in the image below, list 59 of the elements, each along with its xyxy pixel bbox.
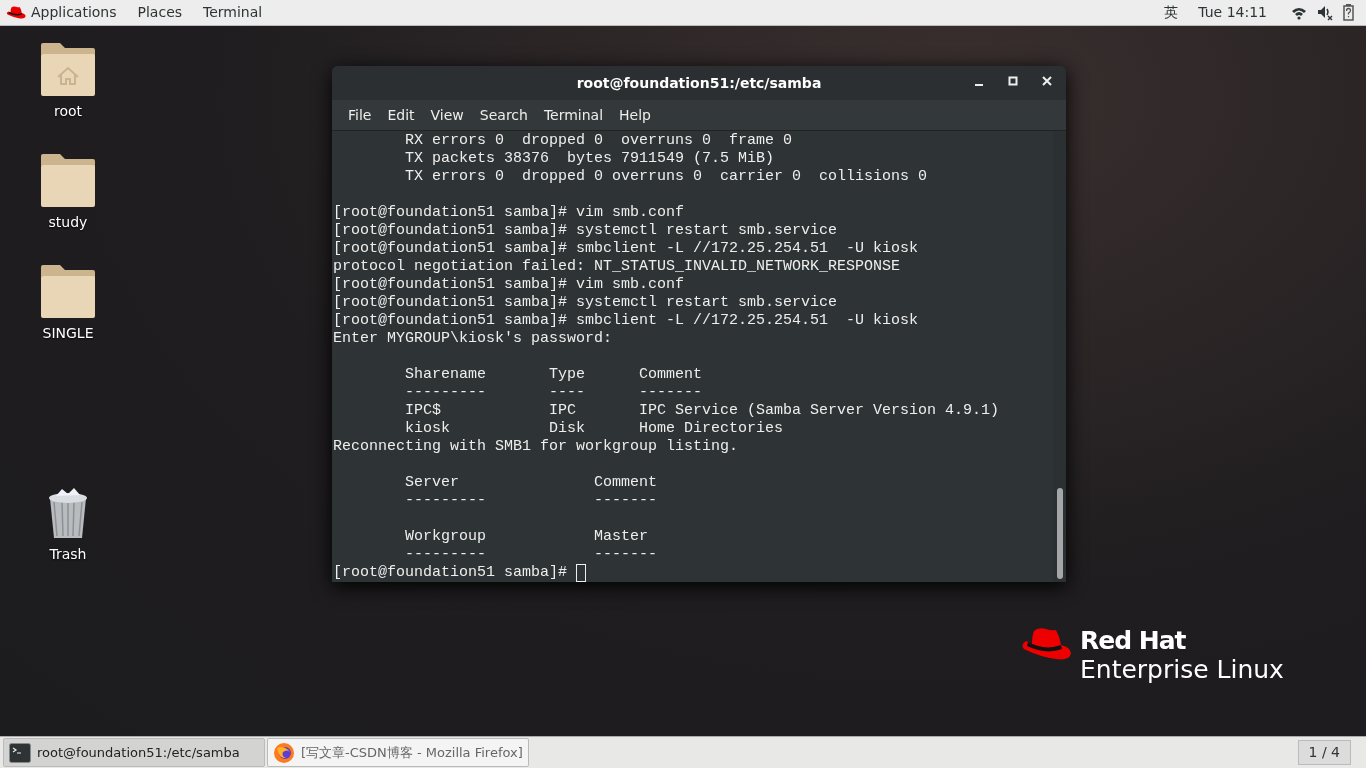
volume-muted-icon[interactable]: [1317, 4, 1333, 21]
hat-logo-icon: [6, 5, 26, 20]
terminal-line: [root@foundation51 samba]# vim smb.conf: [333, 204, 685, 222]
terminal-line: TX errors 0 dropped 0 overruns 0 carrier 0 collisions 0: [404, 168, 928, 186]
browser-icon: [273, 741, 295, 764]
menu-item[interactable]: View: [422, 104, 472, 126]
home-folder-icon[interactable]: [40, 41, 96, 97]
window-title: root@foundation51:/etc/samba: [576, 73, 822, 93]
terminal-line: Server Comment: [404, 474, 658, 492]
folder-icon[interactable]: [40, 152, 96, 208]
menu-item[interactable]: Terminal: [535, 104, 612, 126]
terminal-line: Workgroup Master: [404, 528, 649, 546]
wifi-icon[interactable]: [1291, 5, 1307, 20]
input-method-indicator[interactable]: 英: [1164, 2, 1179, 23]
trash-icon[interactable]: [46, 488, 90, 540]
close-icon[interactable]: [1040, 74, 1054, 88]
taskbar-item[interactable]: [写文章-CSDN博客 - Mozilla Firefox]: [267, 738, 529, 767]
logo-title: Red Hat: [1080, 626, 1187, 655]
desktop-icon-label[interactable]: SINGLE: [42, 323, 94, 344]
taskbar-item[interactable]: root@foundation51:/etc/samba: [3, 738, 265, 767]
terminal-prompt: [root@foundation51 samba]#: [333, 564, 569, 582]
terminal-line: --------- -------: [404, 546, 658, 564]
maximize-icon[interactable]: [1006, 74, 1020, 88]
menu-item[interactable]: Search: [471, 104, 536, 126]
terminal-line: Enter MYGROUP\kiosk's password:: [333, 330, 613, 348]
taskbar-item-label: [写文章-CSDN博客 - Mozilla Firefox]: [301, 743, 523, 762]
top-bar-menu[interactable]: Places: [137, 2, 183, 23]
terminal-line: [root@foundation51 samba]# systemctl restart smb.service: [333, 222, 838, 240]
folder-icon[interactable]: [40, 263, 96, 319]
terminal-line: kiosk Disk Home Directories: [404, 420, 784, 438]
menu-item[interactable]: Edit: [379, 104, 423, 126]
terminal-line: Reconnecting with SMB1 for workgroup listing.: [333, 438, 739, 456]
workspace-indicator[interactable]: 1 / 4: [1297, 740, 1351, 765]
scrollbar-thumb[interactable]: [1056, 488, 1063, 579]
terminal-line: IPC$ IPC IPC Service (Samba Server Version 4.9.1): [404, 402, 1000, 420]
terminal-line: --------- ---- -------: [404, 384, 703, 402]
terminal-line: TX packets 38376 bytes 7911549 (7.5 MiB): [404, 150, 775, 168]
terminal-line: protocol negotiation failed: NT_STATUS_INVALID_NETWORK_RESPONSE: [333, 258, 901, 276]
menu-item[interactable]: Help: [611, 104, 659, 126]
scrollbar[interactable]: [1053, 131, 1066, 582]
cursor: [576, 564, 587, 582]
desktop-icon-label[interactable]: Trash: [49, 544, 87, 565]
terminal-line: RX errors 0 dropped 0 overruns 0 frame 0: [404, 132, 793, 150]
terminal-line: [root@foundation51 samba]# smbclient -L //172.25.254.51 -U kiosk: [333, 312, 919, 330]
logo-subtitle: Enterprise Linux: [1080, 655, 1284, 684]
terminal-line: --------- -------: [404, 492, 658, 510]
desktop-icon-label[interactable]: study: [48, 212, 88, 233]
top-bar-menu[interactable]: Terminal: [203, 2, 263, 23]
menu-item[interactable]: File: [340, 104, 380, 126]
terminal-line: [root@foundation51 samba]# vim smb.conf: [333, 276, 685, 294]
terminal-line: Sharename Type Comment: [404, 366, 703, 384]
top-bar-menu[interactable]: Applications: [31, 2, 117, 23]
terminal-line: [root@foundation51 samba]# smbclient -L //172.25.254.51 -U kiosk: [333, 240, 919, 258]
taskbar-item-label: root@foundation51:/etc/samba: [37, 743, 240, 762]
battery-icon[interactable]: [1343, 4, 1354, 21]
terminal-line: [root@foundation51 samba]# systemctl restart smb.service: [333, 294, 838, 312]
desktop-icon-label[interactable]: root: [53, 101, 83, 122]
terminal-icon: [9, 742, 31, 763]
clock[interactable]: Tue 14:11: [1198, 2, 1267, 23]
